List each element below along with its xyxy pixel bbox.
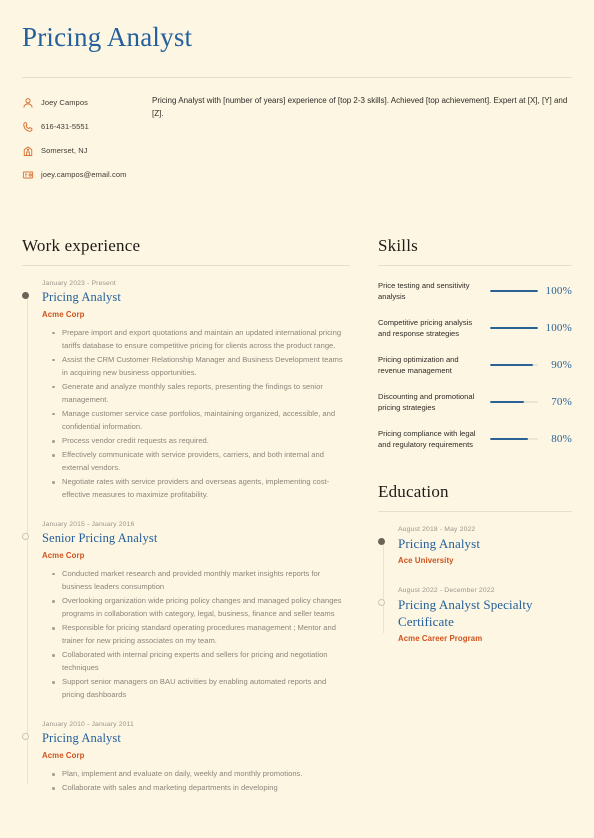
contact-item-phone: 616-431-5551 (22, 120, 150, 133)
skills-list: Price testing and sensitivity analysis 1… (378, 280, 572, 450)
contact-list: Joey Campos 616-431-5551 Somerset, NJ jo… (22, 94, 150, 192)
skill-item: Price testing and sensitivity analysis 1… (378, 280, 572, 302)
timeline-marker (378, 599, 385, 607)
bullet-item: Prepare import and export quotations and… (52, 326, 350, 352)
skill-item: Pricing optimization and revenue managem… (378, 354, 572, 376)
phone-icon (22, 121, 34, 133)
education-entry-school: Ace University (398, 556, 454, 566)
bullet-item: Negotiate rates with service providers a… (52, 475, 350, 501)
work-entry-role: Pricing Analyst (42, 290, 121, 305)
work-entry-date: January 2023 - Present (42, 280, 116, 288)
right-column: Skills Price testing and sensitivity ana… (350, 236, 572, 643)
skill-percent: 70% (551, 396, 572, 409)
education-entry-school: Acme Career Program (398, 633, 483, 643)
education-entry-degree: Pricing Analyst (398, 536, 481, 552)
skill-percent: 100% (545, 322, 572, 335)
education-entry-date: August 2018 - May 2022 (398, 526, 476, 534)
skill-progress-fill (490, 401, 524, 404)
work-entry-bullets: Prepare import and export quotations and… (42, 326, 350, 502)
bullet-item: Generate and analyze monthly sales repor… (52, 380, 350, 406)
contact-item-email: joey.campos@email.com (22, 168, 150, 181)
contact-item-name: Joey Campos (22, 96, 150, 109)
resume-header: Pricing Analyst Joey Campos 616-431-5551… (22, 22, 572, 192)
person-icon (22, 97, 34, 109)
work-entry-company: Acme Corp (42, 550, 85, 560)
bullet-item: Overlooking organization wide pricing po… (52, 594, 350, 620)
work-section-divider (22, 265, 350, 267)
bullet-item: Plan, implement and evaluate on daily, w… (52, 767, 350, 780)
skill-progress-fill (490, 327, 538, 330)
bullet-item: Conducted market research and provided m… (52, 567, 350, 593)
skill-percent: 90% (551, 359, 572, 372)
skill-item: Pricing compliance with legal and regula… (378, 428, 572, 450)
education-section-title: Education (378, 482, 449, 502)
education-section: Education August 2018 - May 2022 Pricing… (378, 482, 572, 643)
timeline-marker (22, 292, 29, 300)
bullet-item: Assist the CRM Customer Relationship Man… (52, 353, 350, 379)
work-entry: January 2023 - Present Pricing Analyst A… (22, 280, 350, 502)
skill-label: Price testing and sensitivity analysis (378, 281, 470, 302)
work-entry-date: January 2015 - January 2016 (42, 521, 135, 529)
bullet-item: Manage customer service case portfolios,… (52, 407, 350, 433)
skill-progress-bar (490, 364, 538, 367)
skill-label: Discounting and promotional pricing stra… (378, 392, 475, 413)
skill-progress-bar (490, 438, 538, 441)
skill-percent: 100% (545, 285, 572, 298)
work-entry-date: January 2010 - January 2011 (42, 721, 134, 729)
skill-label: Pricing compliance with legal and regula… (378, 429, 476, 450)
skill-progress-bar (490, 401, 538, 404)
bullet-item: Responsible for pricing standard operati… (52, 621, 350, 647)
skills-section-title: Skills (378, 236, 418, 256)
work-section-title: Work experience (22, 236, 141, 256)
timeline-marker (378, 538, 385, 546)
bullet-item: Collaborated with internal pricing exper… (52, 648, 350, 674)
skill-percent: 80% (551, 433, 572, 446)
email-icon (22, 169, 34, 181)
location-icon (22, 145, 34, 157)
skill-item: Competitive pricing analysis and respons… (378, 317, 572, 339)
bullet-item: Collaborate with sales and marketing dep… (52, 781, 350, 794)
education-timeline: August 2018 - May 2022 Pricing Analyst A… (378, 526, 572, 643)
skill-item: Discounting and promotional pricing stra… (378, 391, 572, 413)
work-entry-role: Pricing Analyst (42, 731, 121, 746)
work-entry-role: Senior Pricing Analyst (42, 531, 158, 546)
education-entry-date: August 2022 - December 2022 (398, 587, 495, 595)
contact-email-text: joey.campos@email.com (41, 170, 127, 180)
work-entry: January 2015 - January 2016 Senior Prici… (22, 521, 350, 701)
skill-progress-bar (490, 327, 538, 330)
bullet-item: Process vendor credit requests as requir… (52, 434, 350, 447)
resume-page: Pricing Analyst Joey Campos 616-431-5551… (0, 0, 594, 838)
skill-progress-fill (490, 438, 529, 441)
work-entry-company: Acme Corp (42, 751, 85, 760)
contact-phone-text: 616-431-5551 (41, 122, 89, 132)
skills-section: Skills Price testing and sensitivity ana… (378, 236, 572, 450)
timeline-marker (22, 533, 29, 541)
contact-name-text: Joey Campos (41, 98, 88, 108)
education-section-divider (378, 511, 572, 513)
skill-label: Pricing optimization and revenue managem… (378, 355, 459, 376)
contact-location-text: Somerset, NJ (41, 146, 88, 156)
skills-section-divider (378, 265, 572, 267)
skill-progress-fill (490, 364, 534, 367)
education-entry: August 2022 - December 2022 Pricing Anal… (378, 587, 572, 643)
timeline-marker (22, 733, 29, 741)
profile-summary: Pricing Analyst with [number of years] e… (152, 96, 568, 118)
bullet-item: Support senior managers on BAU activitie… (52, 675, 350, 701)
work-entry-bullets: Conducted market research and provided m… (42, 567, 350, 701)
page-title: Pricing Analyst (22, 22, 193, 52)
work-timeline: January 2023 - Present Pricing Analyst A… (22, 280, 350, 794)
skill-progress-bar (490, 290, 538, 293)
bullet-item: Effectively communicate with service pro… (52, 448, 350, 474)
work-entry-bullets: Plan, implement and evaluate on daily, w… (42, 767, 350, 794)
work-experience-section: Work experience January 2023 - Present P… (22, 236, 350, 795)
education-entry-degree: Pricing Analyst Specialty Certificate (398, 597, 533, 629)
education-entry: August 2018 - May 2022 Pricing Analyst A… (378, 526, 572, 566)
header-divider (22, 77, 572, 79)
timeline-line (382, 538, 384, 633)
skill-progress-fill (490, 290, 538, 293)
skill-label: Competitive pricing analysis and respons… (378, 318, 473, 339)
contact-item-location: Somerset, NJ (22, 144, 150, 157)
work-entry-company: Acme Corp (42, 309, 85, 319)
work-entry: January 2010 - January 2011 Pricing Anal… (22, 721, 350, 794)
